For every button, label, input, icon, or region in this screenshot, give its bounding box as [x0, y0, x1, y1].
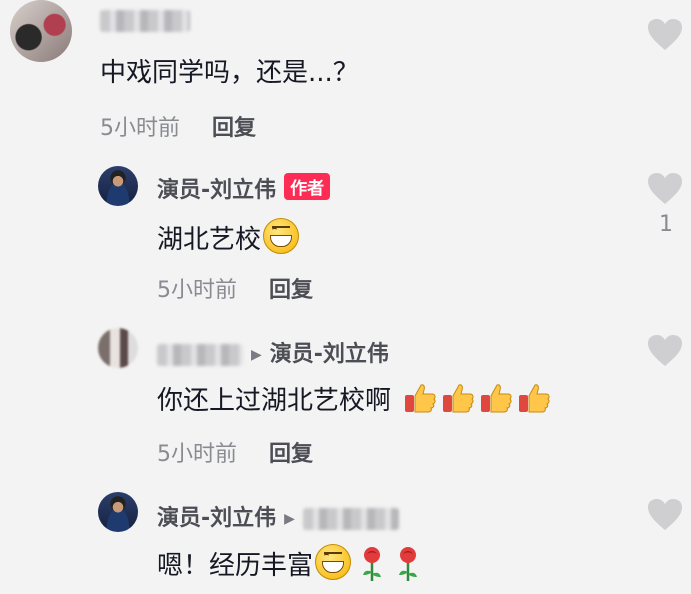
- comment-meta: 5小时前 回复: [157, 436, 313, 468]
- reply-button[interactable]: 回复: [269, 442, 313, 467]
- avatar[interactable]: [10, 0, 72, 62]
- grinning-face-emoji: [263, 218, 300, 254]
- blurred-username: [302, 508, 399, 530]
- comment-time: 5小时前: [157, 278, 237, 303]
- grinning-face-emoji: [315, 544, 352, 580]
- triangle-right-icon: ▶: [284, 511, 295, 527]
- comment-text: 你还上过湖北艺校啊: [157, 380, 551, 417]
- heart-icon[interactable]: [647, 498, 683, 532]
- comment-author[interactable]: 演员-刘立伟 ▶: [157, 500, 399, 532]
- blurred-username: [157, 344, 243, 366]
- author-badge: 作者: [284, 173, 331, 200]
- avatar[interactable]: [98, 328, 138, 368]
- thumbs-up-emoji: [519, 384, 550, 413]
- comment-author[interactable]: ▶ 演员-刘立伟: [157, 336, 389, 368]
- rose-emoji: [363, 547, 382, 581]
- heart-icon[interactable]: [647, 18, 683, 52]
- heart-icon[interactable]: [647, 172, 683, 206]
- rose-emoji: [399, 547, 418, 581]
- comment-author[interactable]: 演员-刘立伟 作者: [157, 172, 331, 204]
- avatar[interactable]: [98, 166, 138, 206]
- comment-meta: 5小时前 回复: [100, 110, 256, 142]
- triangle-right-icon: ▶: [251, 347, 262, 363]
- comment-author[interactable]: [100, 8, 190, 33]
- heart-icon[interactable]: [647, 334, 683, 368]
- comment-time: 5小时前: [157, 442, 237, 467]
- avatar[interactable]: [98, 492, 138, 532]
- blurred-username: [100, 10, 190, 32]
- thumbs-up-emoji: [443, 384, 474, 413]
- thumbs-up-emoji: [405, 384, 436, 413]
- reply-button[interactable]: 回复: [269, 278, 313, 303]
- comment-time: 5小时前: [100, 116, 180, 141]
- comment-text: 湖北艺校: [157, 218, 300, 256]
- like-count: 1: [659, 212, 673, 237]
- comment-meta: 5小时前 回复: [157, 272, 313, 304]
- comment-text: 中戏同学吗，还是...？: [100, 58, 359, 88]
- thumbs-up-emoji: [481, 384, 512, 413]
- comment-text: 嗯！经历丰富: [157, 544, 423, 582]
- reply-button[interactable]: 回复: [212, 116, 256, 141]
